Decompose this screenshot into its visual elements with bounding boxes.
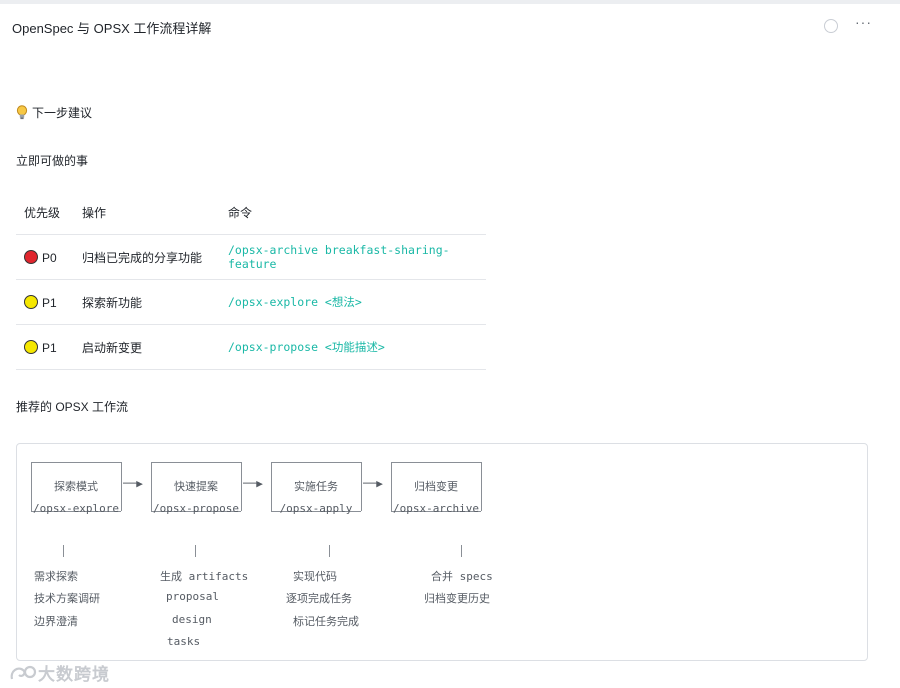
flow-stage-name: 实施任务 <box>294 480 338 493</box>
command-text: /opsx-propose <功能描述> <box>228 340 385 354</box>
doc-header: OpenSpec 与 OPSX 工作流程详解 ··· <box>0 4 900 46</box>
command-cell: /opsx-explore <想法> <box>220 279 486 325</box>
immediate-heading: 立即可做的事 <box>16 154 89 168</box>
priority-label: P0 <box>42 250 57 265</box>
flow-detail: proposal <box>166 590 219 603</box>
command-text: /opsx-explore <想法> <box>228 295 362 309</box>
workflow-code-block: 探索模式 /opsx-explore ──▶ 快速提案 /opsx-propos… <box>16 443 868 661</box>
watermark-logo: 大数跨境 <box>8 660 110 685</box>
priority-red-dot-icon <box>24 249 38 264</box>
flow-stage-name: 探索模式 <box>54 480 98 493</box>
priority-yellow-dot-icon <box>24 339 38 354</box>
table-row: P0 归档已完成的分享功能 /opsx-archive breakfast-sh… <box>16 234 486 280</box>
flow-detail: 逐项完成任务 <box>286 592 352 605</box>
priority-label: P1 <box>42 340 57 355</box>
flow-connector <box>329 545 330 557</box>
flow-arrow: ──▶ <box>243 477 263 490</box>
command-cell: /opsx-propose <功能描述> <box>220 324 486 370</box>
flow-arrow: ──▶ <box>363 477 383 490</box>
flow-stage-name: 快速提案 <box>174 480 218 493</box>
table-header-row: 优先级 操作 命令 <box>16 190 486 235</box>
flow-connector <box>461 545 462 557</box>
workflow-heading: 推荐的 OPSX 工作流 <box>16 400 129 414</box>
flow-stage-cmd: /opsx-propose <box>152 502 240 515</box>
flow-detail: tasks <box>167 635 201 648</box>
action-cell: 探索新功能 <box>74 279 220 325</box>
header-priority: 优先级 <box>16 190 74 235</box>
more-options-icon[interactable]: ··· <box>855 14 872 30</box>
flow-stage-cmd: /opsx-apply <box>279 502 353 515</box>
header-command: 命令 <box>220 190 486 235</box>
priority-yellow-dot-icon <box>24 294 38 309</box>
priority-cell: P0 <box>16 234 74 280</box>
table-row: P1 探索新功能 /opsx-explore <想法> <box>16 279 486 325</box>
flow-stage-cmd: /opsx-archive <box>392 502 480 515</box>
next-steps-heading: 下一步建议 <box>16 104 92 121</box>
doc-title: OpenSpec 与 OPSX 工作流程详解 <box>12 21 212 36</box>
flow-detail: 需求探索 <box>34 570 78 583</box>
command-cell: /opsx-archive breakfast-sharing-feature <box>220 234 486 280</box>
flow-arrow: ──▶ <box>123 477 143 490</box>
action-cell: 归档已完成的分享功能 <box>74 234 220 280</box>
flow-detail: 技术方案调研 <box>34 592 100 605</box>
lightbulb-icon <box>16 105 28 120</box>
flow-detail: 归档变更历史 <box>424 592 490 605</box>
flow-detail: 实现代码 <box>293 570 337 583</box>
action-cell: 启动新变更 <box>74 324 220 370</box>
command-text: /opsx-archive breakfast-sharing-feature <box>228 243 450 271</box>
action-table: 优先级 操作 命令 P0 归档已完成的分享功能 /opsx-archive br… <box>16 190 486 370</box>
header-action: 操作 <box>74 190 220 235</box>
flow-connector <box>195 545 196 557</box>
flow-detail: design <box>172 613 212 626</box>
priority-label: P1 <box>42 295 57 310</box>
watermark-swirl-icon <box>10 665 37 680</box>
flow-detail: 标记任务完成 <box>293 615 359 628</box>
priority-cell: P1 <box>16 279 74 325</box>
flow-detail: 生成 artifacts <box>160 570 249 583</box>
flow-connector <box>63 545 64 557</box>
status-circle-icon[interactable] <box>824 19 838 33</box>
flow-detail: 边界澄清 <box>34 615 78 628</box>
flow-stage-cmd: /opsx-explore <box>32 502 120 515</box>
priority-cell: P1 <box>16 324 74 370</box>
next-steps-label: 下一步建议 <box>32 106 93 120</box>
flow-stage-name: 归档变更 <box>414 480 458 493</box>
watermark-text: 大数跨境 <box>38 665 110 684</box>
table-row: P1 启动新变更 /opsx-propose <功能描述> <box>16 324 486 370</box>
flow-detail: 合并 specs <box>431 570 493 583</box>
